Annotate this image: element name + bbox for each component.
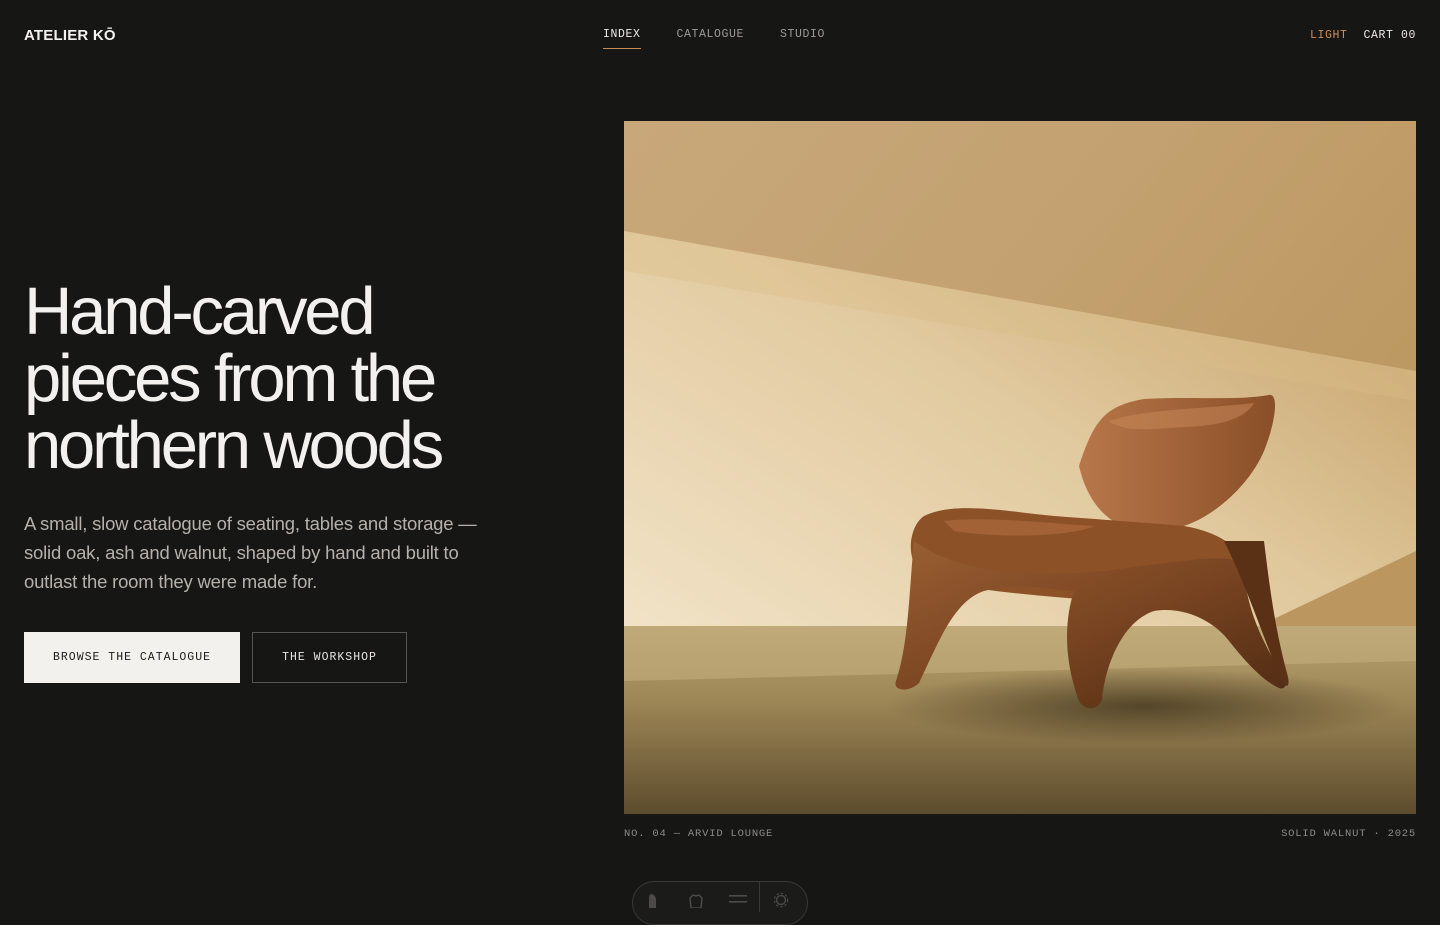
header-actions: LIGHT CART 00	[1310, 29, 1416, 42]
floating-toolbar	[632, 881, 808, 925]
browse-catalogue-button[interactable]: BROWSE THE CATALOGUE	[24, 632, 240, 683]
hero-product-image	[624, 121, 1416, 814]
workshop-button[interactable]: THE WORKSHOP	[252, 632, 407, 683]
brand-logo[interactable]: ATELIER KŌ	[24, 27, 116, 44]
theme-toggle[interactable]: LIGHT	[1310, 29, 1348, 42]
image-caption-material: SOLID WALNUT · 2025	[1281, 828, 1416, 840]
lounge-chair-illustration	[624, 121, 1416, 814]
hero-subtext: A small, slow catalogue of seating, tabl…	[24, 513, 477, 592]
nav-item-studio[interactable]: STUDIO	[780, 28, 825, 49]
menu-icon[interactable]	[717, 892, 759, 908]
nav-item-catalogue[interactable]: CATALOGUE	[677, 28, 745, 49]
pointer-icon[interactable]	[633, 892, 675, 908]
main-nav: INDEX CATALOGUE STUDIO	[603, 28, 825, 49]
nav-item-index[interactable]: INDEX	[603, 28, 641, 49]
hero-cta-row: BROWSE THE CATALOGUE THE WORKSHOP	[24, 632, 407, 683]
headline-line-3: northern woods	[24, 408, 444, 483]
headline-line-2: pieces from the	[24, 341, 437, 416]
gear-icon[interactable]	[760, 892, 802, 908]
hero-headline: Hand-carved pieces from the northern woo…	[24, 278, 584, 479]
hand-icon[interactable]	[675, 892, 717, 908]
site-header: ATELIER KŌ INDEX CATALOGUE STUDIO LIGHT …	[0, 0, 1440, 72]
headline-line-1: Hand-carved	[24, 274, 376, 349]
image-caption-title: NO. 04 — ARVID LOUNGE	[624, 828, 774, 840]
cart-link[interactable]: CART 00	[1363, 29, 1416, 42]
